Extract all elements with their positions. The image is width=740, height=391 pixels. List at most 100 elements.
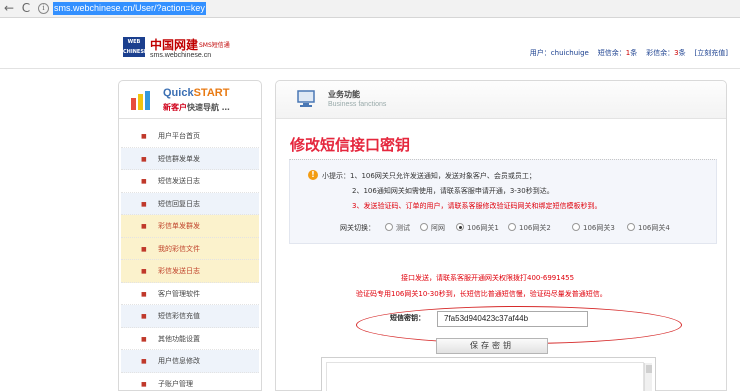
radio-button[interactable] — [572, 223, 580, 231]
browser-address-bar: ← C i sms.webchinese.cn/User/?action=key — [0, 0, 740, 18]
quickstart-title-b: START — [193, 87, 230, 99]
sms-unit: 条 — [630, 49, 638, 57]
monitor-icon — [297, 90, 315, 107]
gateway-option-106-1[interactable]: 106网关1 — [456, 223, 499, 233]
sidebar-item-sms-send[interactable]: ■ 短信群发单发 — [121, 147, 259, 170]
verification-notice: 验证码专用106网关10-30秒到，长短信比普通短信慢，验证码尽量发普通短信。 — [356, 290, 607, 298]
sidebar-item-user-info[interactable]: ■ 用户信息修改 — [121, 350, 259, 373]
recharge-link[interactable]: [立刻充值] — [695, 49, 728, 57]
radio-button[interactable] — [420, 223, 428, 231]
quickstart-subtitle-b: 快速导航 … — [187, 103, 230, 112]
reload-icon[interactable]: C — [19, 1, 33, 15]
bullet-icon: ■ — [141, 200, 147, 208]
radio-button[interactable] — [385, 223, 393, 231]
gateway-option-label: 106网关3 — [583, 224, 615, 232]
sidebar-item-other-settings[interactable]: ■ 其他功能设置 — [121, 328, 259, 350]
bullet-icon: ■ — [141, 155, 147, 163]
bullet-icon: ■ — [141, 223, 147, 230]
sidebar-item-label: 短信回复日志 — [158, 199, 200, 208]
gateway-option-label: 测试 — [396, 224, 410, 232]
sidebar-item-label: 其他功能设置 — [158, 334, 200, 343]
gateway-option-106-2[interactable]: 106网关2 — [508, 223, 551, 233]
section-title: 业务功能 — [328, 90, 360, 99]
key-field[interactable]: 7fa53d940423c37af44b — [437, 311, 588, 327]
sidebar-item-label: 短信发送日志 — [158, 177, 200, 185]
sidebar-item-sms-reply-log[interactable]: ■ 短信回复日志 — [121, 192, 259, 215]
tips-box: ! 小提示：1、106网关只允许发送通知，发送对象客户、会员或员工； 2、106… — [289, 159, 717, 244]
sidebar-item-recharge[interactable]: ■ 短信彩信充值 — [121, 305, 259, 328]
tip-2: 2、106通知网关如需使用，请联系客服申请开通，3-30秒到达。 — [352, 187, 554, 195]
gateway-option-label: 阿网 — [431, 224, 445, 232]
bullet-icon: ■ — [141, 290, 147, 298]
gateway-label: 网关切换： — [340, 224, 375, 232]
quickstart-icon — [131, 91, 150, 110]
quickstart-subtitle-a: 新客户 — [163, 103, 187, 112]
sidebar-item-label: 客户管理软件 — [158, 289, 200, 298]
gateway-option-label: 106网关4 — [638, 224, 670, 232]
bullet-icon: ■ — [141, 245, 147, 253]
back-arrow-icon[interactable]: ← — [2, 1, 16, 15]
url-field[interactable]: sms.webchinese.cn/User/?action=key — [53, 2, 206, 15]
radio-button-selected[interactable] — [456, 223, 464, 231]
sms-balance-label: 短信余： — [597, 49, 626, 57]
gateway-option-106-4[interactable]: 106网关4 — [627, 223, 670, 233]
scrollbar-thumb[interactable] — [646, 365, 652, 373]
gateway-option-106-3[interactable]: 106网关3 — [572, 223, 615, 233]
bullet-icon: ■ — [141, 313, 147, 320]
account-info: 用户：chuichuige 短信余：1条 彩信余：3条 [立刻充值] — [530, 48, 728, 58]
quickstart-title: QuickSTART — [163, 87, 229, 99]
sidebar-item-sms-log[interactable]: ■ 短信发送日志 — [121, 170, 259, 193]
main-panel: 业务功能 Business fanctions 修改短信接口密钥 ! 小提示：1… — [275, 80, 727, 391]
page-title: 修改短信接口密钥 — [290, 136, 411, 154]
sidebar-item-label: 短信群发单发 — [158, 154, 200, 163]
sidebar-item-label: 我的彩信文件 — [158, 244, 200, 253]
bullet-icon: ■ — [141, 335, 147, 343]
quickstart-subtitle: 新客户快速导航 … — [163, 102, 230, 113]
logo-chinese-name: 中国网建 — [150, 38, 199, 52]
mms-balance-label: 彩信余： — [646, 49, 675, 57]
gateway-option-test[interactable]: 测试 — [385, 223, 410, 233]
info-icon[interactable]: i — [38, 3, 49, 14]
gateway-option-label: 106网关2 — [519, 224, 551, 232]
user-name: chuichuige — [550, 49, 589, 57]
sidebar-item-label: 彩信发送日志 — [158, 267, 200, 275]
sidebar-item-crm[interactable]: ■ 客户管理软件 — [121, 283, 259, 305]
logo: WEB CHINESE — [123, 37, 148, 57]
quickstart-title-a: Quick — [163, 87, 194, 99]
scrollbar[interactable] — [644, 363, 652, 391]
bullet-icon: ■ — [141, 178, 147, 185]
gateway-option-label: 106网关1 — [467, 224, 499, 232]
sidebar-item-mms-files[interactable]: ■ 我的彩信文件 — [121, 237, 259, 260]
mms-unit: 条 — [678, 49, 686, 57]
sidebar: QuickSTART 新客户快速导航 … ■ 用户平台首页 ■ 短信群发单发 ■ 短信… — [118, 80, 262, 391]
warning-icon: ! — [308, 170, 318, 180]
bullet-icon: ■ — [141, 358, 147, 365]
tip-1: 小提示：1、106网关只允许发送通知，发送对象客户、会员或员工； — [322, 172, 536, 180]
bullet-icon: ■ — [141, 268, 147, 275]
logo-subtitle: SMS短信通 — [199, 42, 230, 49]
sidebar-item-mms-send[interactable]: ■ 彩信单发群发 — [121, 215, 259, 238]
sidebar-item-label: 彩信单发群发 — [158, 222, 200, 230]
bullet-icon: ■ — [141, 133, 147, 140]
gateway-option-ali[interactable]: 阿网 — [420, 223, 445, 233]
preview-area[interactable] — [321, 357, 656, 391]
api-notice: 接口发送，请联系客服开通网关权限拨打400-6991455 — [401, 274, 575, 282]
sidebar-item-label: 短信彩信充值 — [158, 312, 200, 320]
bullet-icon: ■ — [141, 380, 147, 388]
key-label: 短信密钥： — [390, 314, 425, 322]
radio-button[interactable] — [627, 223, 635, 231]
logo-url: sms.webchinese.cn — [150, 52, 212, 59]
preview-inner — [326, 362, 644, 391]
header-divider — [0, 68, 740, 69]
sidebar-menu: ■ 用户平台首页 ■ 短信群发单发 ■ 短信发送日志 ■ 短信回复日志 ■ 彩信单发群发 … — [121, 125, 259, 391]
radio-button[interactable] — [508, 223, 516, 231]
sidebar-item-label: 用户平台首页 — [158, 132, 200, 140]
sidebar-item-home[interactable]: ■ 用户平台首页 — [121, 125, 259, 148]
tip-3: 3、发送验证码、订单的用户，请联系客服修改验证码网关和绑定短信模板秒到。 — [352, 202, 602, 210]
sidebar-item-sub-accounts[interactable]: ■ 子账户管理 — [121, 373, 259, 391]
section-header: 业务功能 Business fanctions — [276, 81, 726, 119]
sidebar-item-label: 子账户管理 — [158, 379, 193, 388]
sidebar-item-mms-log[interactable]: ■ 彩信发送日志 — [121, 260, 259, 283]
save-key-button[interactable]: 保存密钥 — [436, 338, 548, 354]
section-subtitle: Business fanctions — [328, 101, 387, 108]
